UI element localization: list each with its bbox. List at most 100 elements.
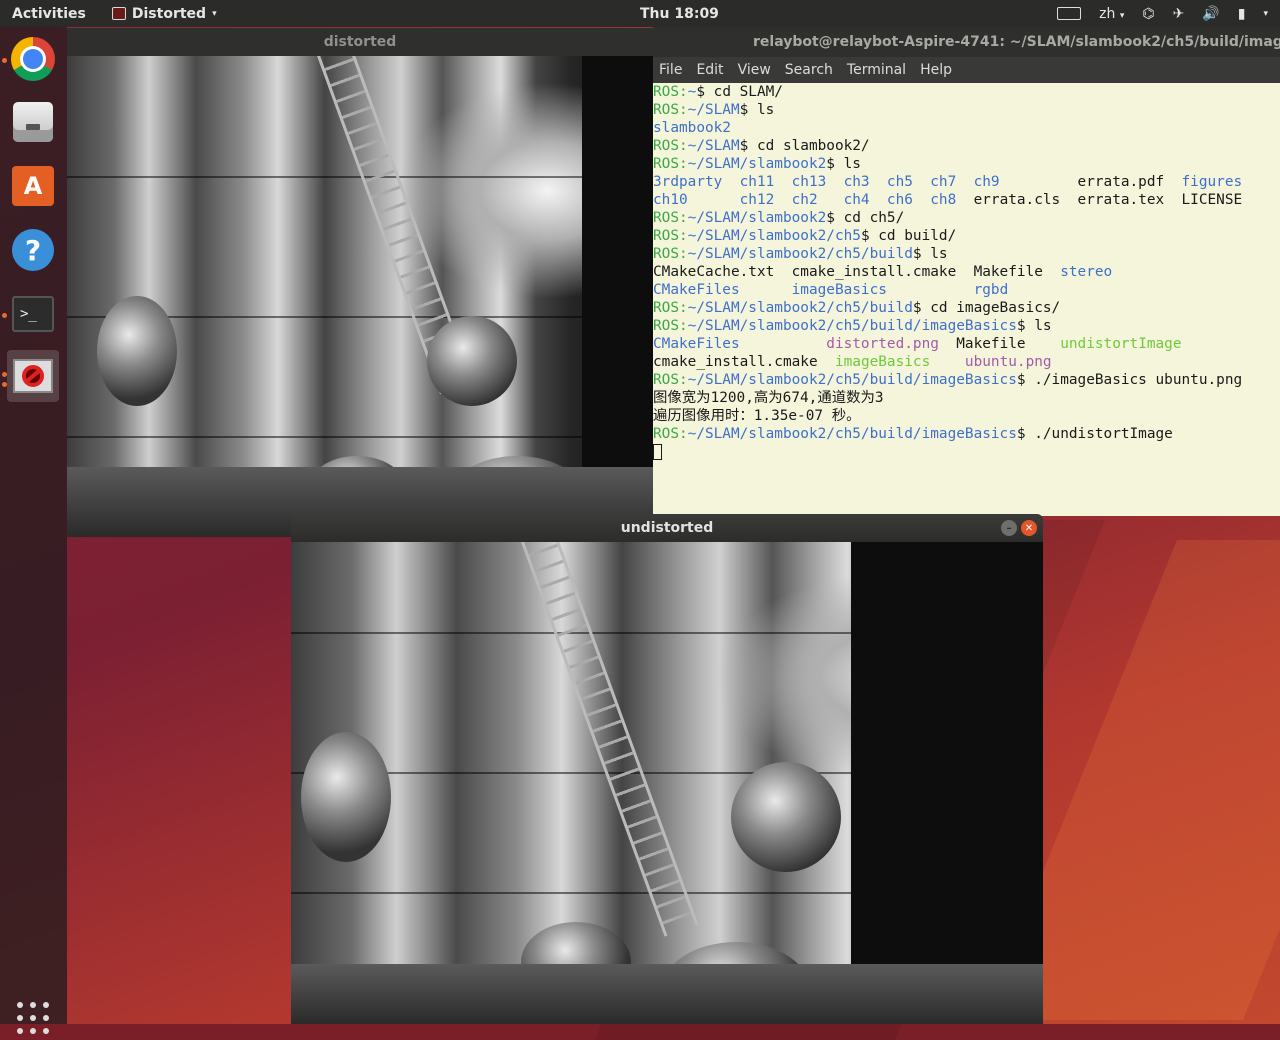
terminal-text: $ ./undistortImage <box>1016 426 1173 442</box>
dock-item-image-viewer[interactable] <box>7 350 59 402</box>
clock[interactable]: Thu 18:09 <box>640 6 719 22</box>
terminal-text: ch10 ch12 ch2 ch4 ch6 ch8 <box>653 192 957 208</box>
battery-icon[interactable]: ▮ <box>1238 6 1246 22</box>
menu-item-view[interactable]: View <box>738 62 771 78</box>
chrome-icon <box>11 37 55 81</box>
terminal-line: ROS:~/SLAM/slambook2$ ls <box>653 155 1280 173</box>
terminal-line: ROS:~/SLAM$ cd slambook2/ <box>653 137 1280 155</box>
terminal-window[interactable]: relaybot@relaybot-Aspire-4741: ~/SLAM/sl… <box>653 27 1280 516</box>
terminal-text: $ cd slambook2/ <box>739 138 870 154</box>
terminal-text: CMakeFiles <box>653 282 740 298</box>
menu-item-terminal[interactable]: Terminal <box>847 62 906 78</box>
window-title: relaybot@relaybot-Aspire-4741: ~/SLAM/sl… <box>753 34 1280 50</box>
terminal-line: slambook2 <box>653 119 1280 137</box>
menu-item-file[interactable]: File <box>659 62 682 78</box>
dock-item-software[interactable]: A <box>7 160 59 212</box>
terminal-line: ROS:~/SLAM/slambook2/ch5$ cd build/ <box>653 227 1280 245</box>
menu-item-edit[interactable]: Edit <box>696 62 723 78</box>
terminal-text: ~/SLAM/slambook2 <box>687 210 827 226</box>
terminal-titlebar[interactable]: relaybot@relaybot-Aspire-4741: ~/SLAM/sl… <box>653 27 1280 57</box>
terminal-output[interactable]: ROS:~$ cd SLAM/ROS:~/SLAM$ ls slambook2 RO… <box>653 83 1280 516</box>
menu-item-help[interactable]: Help <box>920 62 952 78</box>
terminal-text: $ ls <box>826 156 861 172</box>
terminal-text: errata.pdf <box>999 174 1182 190</box>
terminal-text: ROS: <box>653 318 688 334</box>
chevron-down-icon[interactable]: ▾ <box>1263 9 1268 19</box>
terminal-text: ubuntu.png <box>964 354 1052 370</box>
terminal-cursor-line <box>653 443 1280 461</box>
terminal-text: distorted.png <box>826 336 939 352</box>
close-button[interactable]: ✕ <box>1021 520 1037 536</box>
terminal-text: undistortImage <box>1060 336 1182 352</box>
terminal-line: CMakeFiles distorted.png Makefile undist… <box>653 335 1280 353</box>
terminal-text: 图像宽为1200,高为674,通道数为3 <box>653 390 884 406</box>
terminal-text: ~/SLAM/slambook2/ch5/build/imageBasics <box>687 426 1017 442</box>
app-menu[interactable]: Distorted ▾ <box>111 5 217 22</box>
dock-item-files[interactable] <box>7 96 59 148</box>
terminal-text: 遍历图像用时：1.35e-07 秒。 <box>653 408 861 424</box>
top-bar: Activities Distorted ▾ Thu 18:09 zh ▾ ⌬ … <box>0 0 1280 27</box>
terminal-line: CMakeFiles imageBasics rgbd <box>653 281 1280 299</box>
airplane-mode-icon[interactable]: ✈ <box>1173 6 1185 22</box>
show-applications-button[interactable] <box>17 1002 49 1034</box>
terminal-text: stereo <box>1060 264 1113 280</box>
volume-icon[interactable]: 🔊 <box>1202 6 1219 22</box>
terminal-text: ~/SLAM/slambook2/ch5/build/imageBasics <box>687 372 1017 388</box>
terminal-text: $ cd imageBasics/ <box>912 300 1061 316</box>
terminal-line: cmake_install.cmake imageBasics ubuntu.p… <box>653 353 1280 371</box>
terminal-line: ROS:~/SLAM/slambook2/ch5/build/imageBasi… <box>653 317 1280 335</box>
terminal-text: ROS: <box>653 210 688 226</box>
terminal-text: $ ls <box>912 246 948 262</box>
chevron-down-icon: ▾ <box>1119 10 1125 21</box>
system-tray[interactable]: zh ▾ ⌬ ✈ 🔊 ▮ ▾ <box>1057 0 1280 27</box>
terminal-text: imageBasics <box>791 282 887 298</box>
terminal-line: 遍历图像用时：1.35e-07 秒。 <box>653 407 1280 425</box>
image-viewer-app-icon <box>111 7 126 20</box>
distorted-window-titlebar[interactable]: distorted <box>67 28 653 56</box>
menu-item-search[interactable]: Search <box>785 62 833 78</box>
terminal-text: Makefile <box>938 336 1061 352</box>
terminal-text: ROS: <box>653 246 688 262</box>
terminal-line: ROS:~/SLAM/slambook2/ch5/build$ cd image… <box>653 299 1280 317</box>
terminal-text: $ cd SLAM/ <box>696 84 783 100</box>
image-viewer-icon <box>13 359 53 393</box>
terminal-text: ~/SLAM <box>687 138 740 154</box>
terminal-line: ch10 ch12 ch2 ch4 ch6 ch8 errata.cls err… <box>653 191 1280 209</box>
terminal-text: cmake_install.cmake <box>653 354 835 370</box>
terminal-text: ROS: <box>653 372 688 388</box>
terminal-text: ~/SLAM/slambook2 <box>687 156 827 172</box>
minimize-button[interactable]: – <box>1001 520 1017 536</box>
terminal-line: CMakeCache.txt cmake_install.cmake Makef… <box>653 263 1280 281</box>
distorted-image <box>67 56 653 537</box>
files-icon <box>13 102 53 142</box>
network-icon[interactable]: ⌬ <box>1142 6 1154 22</box>
terminal-cursor <box>653 444 662 460</box>
keyboard-icon[interactable] <box>1057 7 1082 20</box>
terminal-text: ROS: <box>653 84 688 100</box>
terminal-text: errata.cls errata.tex LICENSE <box>956 192 1243 208</box>
terminal-text: ROS: <box>653 156 688 172</box>
app-menu-label: Distorted <box>131 5 207 22</box>
window-title: distorted <box>323 34 397 50</box>
dock-item-chrome[interactable] <box>7 33 59 85</box>
terminal-line: 3rdparty ch11 ch13 ch3 ch5 ch7 ch9 errat… <box>653 173 1280 191</box>
terminal-text: imageBasics <box>834 354 931 370</box>
terminal-line: ROS:~/SLAM/slambook2$ cd ch5/ <box>653 209 1280 227</box>
terminal-text: CMakeCache.txt cmake_install.cmake Makef… <box>653 264 1061 280</box>
terminal-text: CMakeFiles <box>653 336 740 352</box>
terminal-text: ~/SLAM/slambook2/ch5 <box>687 228 861 244</box>
dock-item-help[interactable]: ? <box>7 224 59 276</box>
terminal-text: ROS: <box>653 426 688 442</box>
input-method-indicator[interactable]: zh ▾ <box>1099 6 1124 22</box>
minimize-icon: – <box>1006 522 1012 534</box>
terminal-text: ~/SLAM/slambook2/ch5/build <box>687 300 913 316</box>
terminal-line: ROS:~$ cd SLAM/ <box>653 83 1280 101</box>
undistorted-image <box>291 542 1043 1024</box>
close-icon: ✕ <box>1024 522 1034 534</box>
activities-button[interactable]: Activities <box>12 6 86 22</box>
dock-item-terminal[interactable]: >_ <box>7 288 59 340</box>
undistorted-window-titlebar[interactable]: undistorted <box>291 514 1043 542</box>
